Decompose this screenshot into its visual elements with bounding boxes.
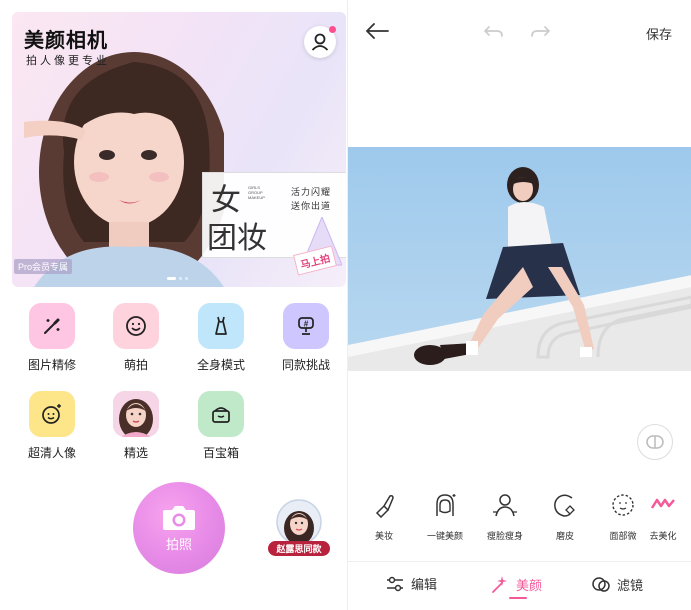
tool-icon-bg — [198, 303, 244, 349]
body-slim-icon — [493, 494, 517, 517]
app-title: 美颜相机 — [24, 30, 108, 52]
tool-cute-shot[interactable]: 萌拍 — [96, 303, 176, 373]
smiley-face-icon — [126, 316, 146, 336]
tab-label: 编辑 — [411, 577, 438, 592]
pager-dot — [185, 277, 188, 281]
lipstick-icon — [375, 495, 394, 519]
tab-edit[interactable]: 编辑 — [385, 574, 437, 593]
tool-treasure-box[interactable]: 百宝箱 — [181, 391, 261, 461]
tool-hd-portrait[interactable]: 超清人像 — [12, 391, 92, 461]
compare-icon — [646, 435, 664, 449]
tab-beauty[interactable]: 美颜 — [490, 574, 543, 599]
svg-text:#: # — [304, 320, 309, 329]
tool-same-challenge[interactable]: # 同款挑战 — [266, 303, 346, 373]
treasure-box-icon — [212, 407, 230, 423]
trophy-icon: # — [298, 317, 314, 335]
tool-label: 精选 — [123, 446, 148, 460]
promo-subtitle-line1: 活力闪耀 — [291, 187, 332, 197]
remove-beauty-icon — [650, 498, 675, 509]
beauty-tool-label: 去美化 — [649, 531, 677, 541]
back-arrow-icon[interactable] — [364, 20, 390, 42]
face-contour-icon — [612, 494, 634, 516]
tool-featured[interactable]: 精选 — [96, 391, 176, 461]
dress-icon — [215, 316, 227, 335]
tool-icon-bg: # — [283, 303, 329, 349]
tool-icon-bg — [113, 391, 159, 437]
camera-home-screen: 美颜相机 拍人像更专业 女 团妆 GIRLS GROUP MAKEUP 活力闪耀… — [0, 0, 347, 610]
photo-editor-screen: 保存 美妆 一键美颜 瘦脸瘦身 磨皮 面部微 去美化 编辑 美颜 滤镜 — [347, 0, 691, 610]
tab-label: 滤镜 — [617, 577, 644, 593]
save-button[interactable]: 保存 — [646, 24, 672, 43]
beauty-tool-label: 磨皮 — [555, 531, 574, 541]
tool-label: 同款挑战 — [281, 358, 330, 372]
sparkle-face-icon — [42, 404, 61, 424]
beauty-tool-smooth[interactable]: 磨皮 — [537, 492, 593, 542]
tool-full-body[interactable]: 全身模式 — [181, 303, 261, 373]
beauty-tool-slim[interactable]: 瘦脸瘦身 — [477, 492, 533, 542]
profile-button[interactable] — [304, 26, 336, 58]
tab-filter[interactable]: 滤镜 — [591, 574, 643, 594]
pager-dot — [179, 277, 182, 281]
tool-label: 百宝箱 — [202, 446, 239, 460]
shutter-button[interactable]: 拍照 — [133, 482, 225, 574]
compare-button[interactable] — [637, 424, 673, 460]
beauty-tool-label: 瘦脸瘦身 — [486, 531, 523, 541]
promo-subtitle-line2: 送你出道 — [291, 201, 332, 211]
beauty-tool-remove-beauty[interactable]: 去美化 — [635, 492, 691, 542]
tool-label: 超清人像 — [27, 446, 76, 460]
tool-icon-bg — [29, 391, 75, 437]
promo-banner[interactable]: 美颜相机 拍人像更专业 女 团妆 GIRLS GROUP MAKEUP 活力闪耀… — [12, 12, 346, 287]
edited-photo — [348, 147, 691, 371]
tool-label: 萌拍 — [123, 358, 148, 372]
app-slogan: 拍人像更专业 — [26, 55, 110, 67]
celebrity-avatar — [276, 499, 322, 545]
tool-icon-bg — [198, 391, 244, 437]
sliders-icon — [387, 576, 403, 591]
magic-wand-icon — [44, 318, 60, 334]
tool-icon-bg — [113, 303, 159, 349]
camera-icon — [163, 505, 195, 530]
tab-label: 美颜 — [516, 577, 543, 593]
promo-tag: GIRLS GROUP MAKEUP — [248, 185, 265, 200]
smooth-skin-icon — [554, 494, 575, 517]
hair-face-icon — [436, 494, 456, 516]
shutter-label: 拍照 — [165, 536, 192, 552]
celebrity-style-label: 赵露思同款 — [268, 541, 330, 556]
beauty-tool-label: 一键美颜 — [426, 531, 463, 541]
bottom-divider — [348, 561, 691, 562]
redo-icon[interactable] — [530, 24, 552, 40]
beauty-tool-label: 美妆 — [374, 531, 393, 541]
pager-dot-active — [167, 277, 176, 281]
pro-member-badge: Pro会员专属 — [14, 259, 73, 274]
tool-label: 全身模式 — [196, 358, 245, 372]
beauty-tool-one-click[interactable]: 一键美颜 — [417, 492, 473, 542]
active-tab-indicator — [509, 597, 527, 599]
magic-sparkle-icon — [492, 576, 507, 593]
beauty-tool-makeup[interactable]: 美妆 — [356, 492, 412, 542]
tool-icon-bg — [29, 303, 75, 349]
featured-photo-icon — [113, 391, 159, 437]
undo-icon[interactable] — [482, 24, 504, 40]
filter-icon — [592, 577, 610, 592]
tool-label: 图片精修 — [27, 358, 76, 372]
notification-dot — [329, 26, 336, 33]
promo-title-line2: 团妆 — [207, 222, 267, 255]
celebrity-style-badge[interactable]: 赵露思同款 — [268, 498, 330, 558]
banner-pager — [167, 270, 191, 287]
tool-photo-retouch[interactable]: 图片精修 — [12, 303, 92, 373]
